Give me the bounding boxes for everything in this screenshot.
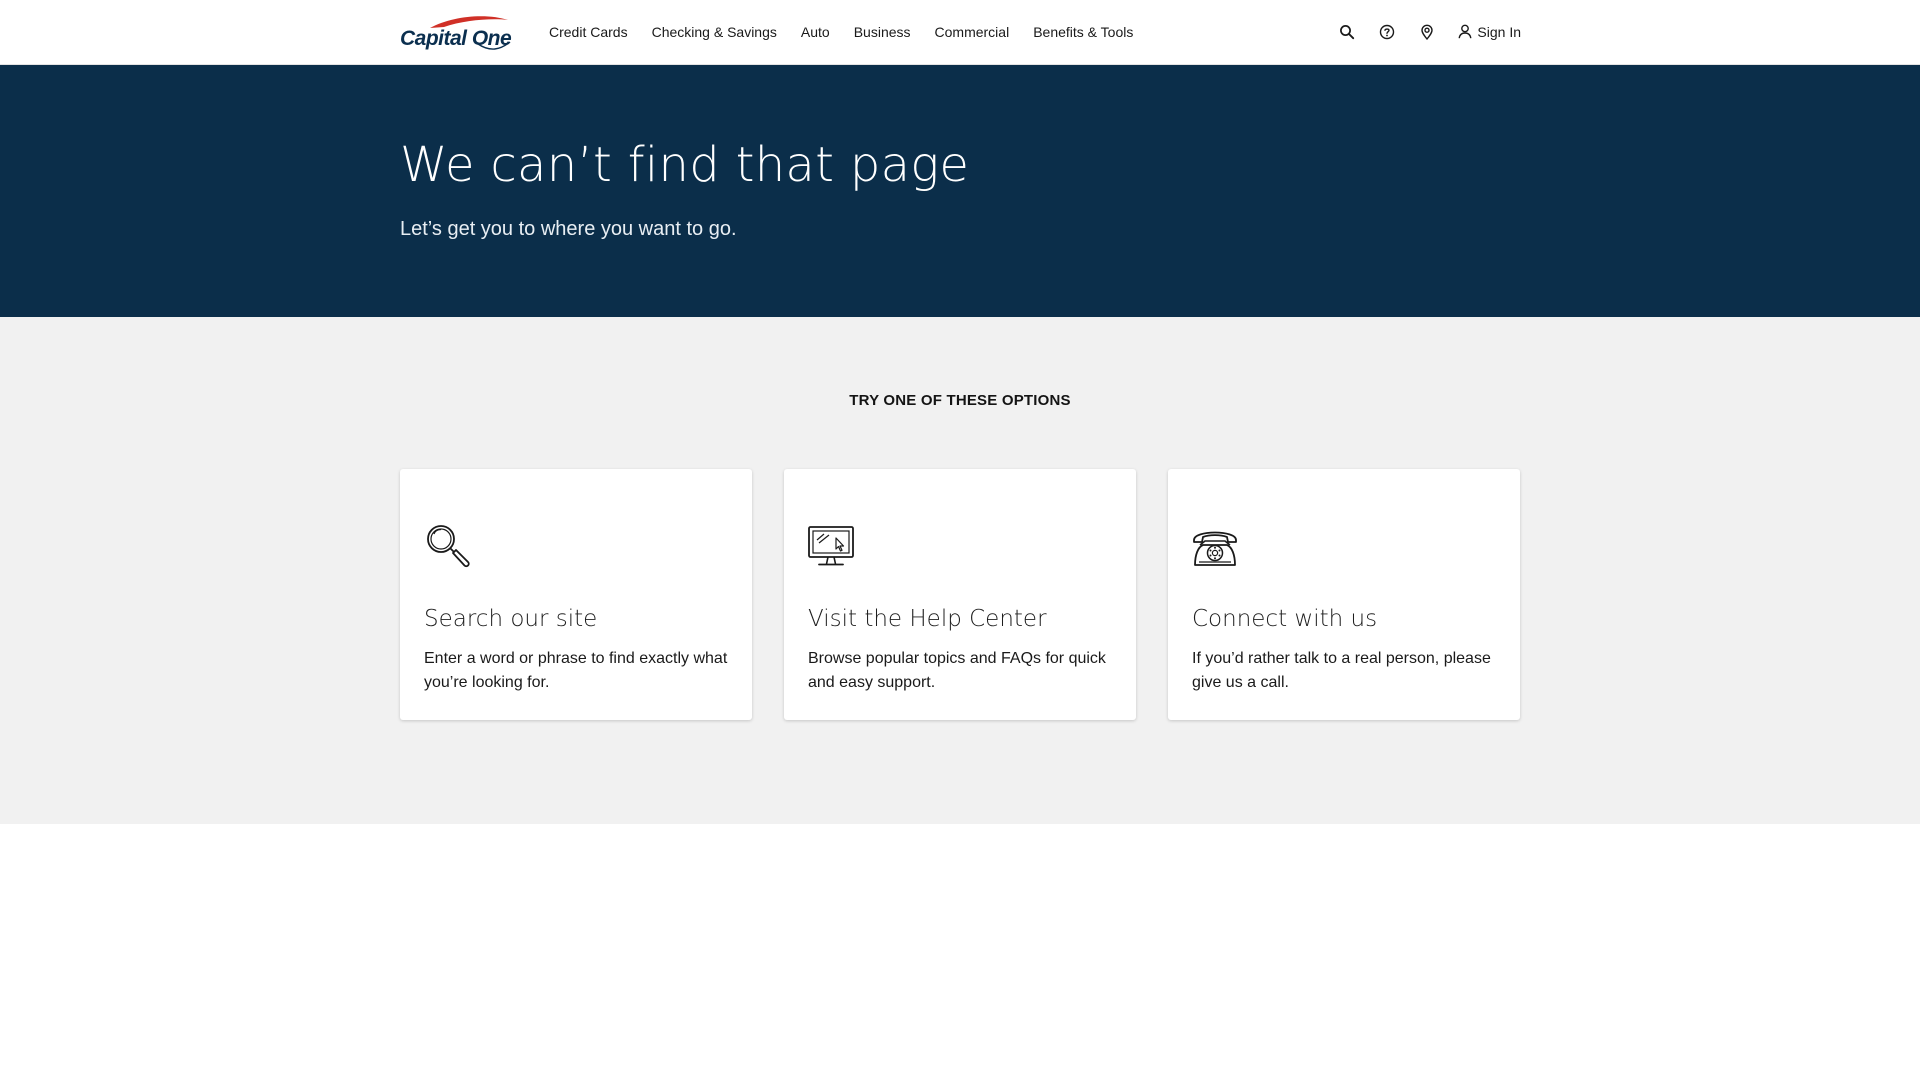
logo-wordmark: Capital One [400, 27, 512, 50]
page-subtitle: Let’s get you to where you want to go. [400, 218, 737, 240]
card-title: Search our site [424, 606, 598, 632]
location-icon[interactable] [1418, 23, 1436, 41]
options-section: TRY ONE OF THESE OPTIONS Search our site… [0, 317, 1920, 824]
site-header: Capital One Credit Cards Checking & Savi… [0, 0, 1920, 65]
nav-item-commercial[interactable]: Commercial [935, 24, 1010, 40]
connect-card[interactable]: Connect with us If you’d rather talk to … [1168, 469, 1520, 720]
help-center-card[interactable]: Visit the Help Center Browse popular top… [784, 469, 1136, 720]
nav-item-business[interactable]: Business [854, 24, 911, 40]
magnifier-icon [427, 525, 470, 568]
monitor-icon [808, 526, 854, 566]
nav-item-benefits-tools[interactable]: Benefits & Tools [1033, 24, 1133, 40]
card-description: If you’d rather talk to a real person, p… [1192, 650, 1491, 691]
capital-one-logo[interactable]: Capital One [400, 14, 512, 54]
search-site-card[interactable]: Search our site Enter a word or phrase t… [400, 469, 752, 720]
card-description: Browse popular topics and FAQs for quick… [808, 650, 1106, 691]
options-heading: TRY ONE OF THESE OPTIONS [849, 392, 1071, 409]
sign-in-label: Sign In [1477, 23, 1521, 40]
telephone-icon [1193, 531, 1237, 566]
header-tools: Sign In [1316, 0, 1521, 63]
search-icon[interactable] [1338, 23, 1356, 41]
nav-item-auto[interactable]: Auto [801, 24, 830, 40]
help-icon[interactable] [1378, 23, 1396, 41]
error-hero: We can’t find that page Let’s get you to… [0, 65, 1920, 317]
nav-item-credit-cards[interactable]: Credit Cards [549, 24, 628, 40]
card-title: Visit the Help Center [808, 606, 1047, 632]
nav-item-checking-savings[interactable]: Checking & Savings [652, 24, 777, 40]
card-description: Enter a word or phrase to find exactly w… [424, 650, 728, 691]
main-nav: Credit Cards Checking & Savings Auto Bus… [549, 0, 1157, 63]
page-title: We can’t find that page [400, 137, 970, 193]
user-icon [1458, 24, 1472, 39]
card-title: Connect with us [1192, 606, 1378, 632]
sign-in-link[interactable]: Sign In [1458, 24, 1521, 40]
